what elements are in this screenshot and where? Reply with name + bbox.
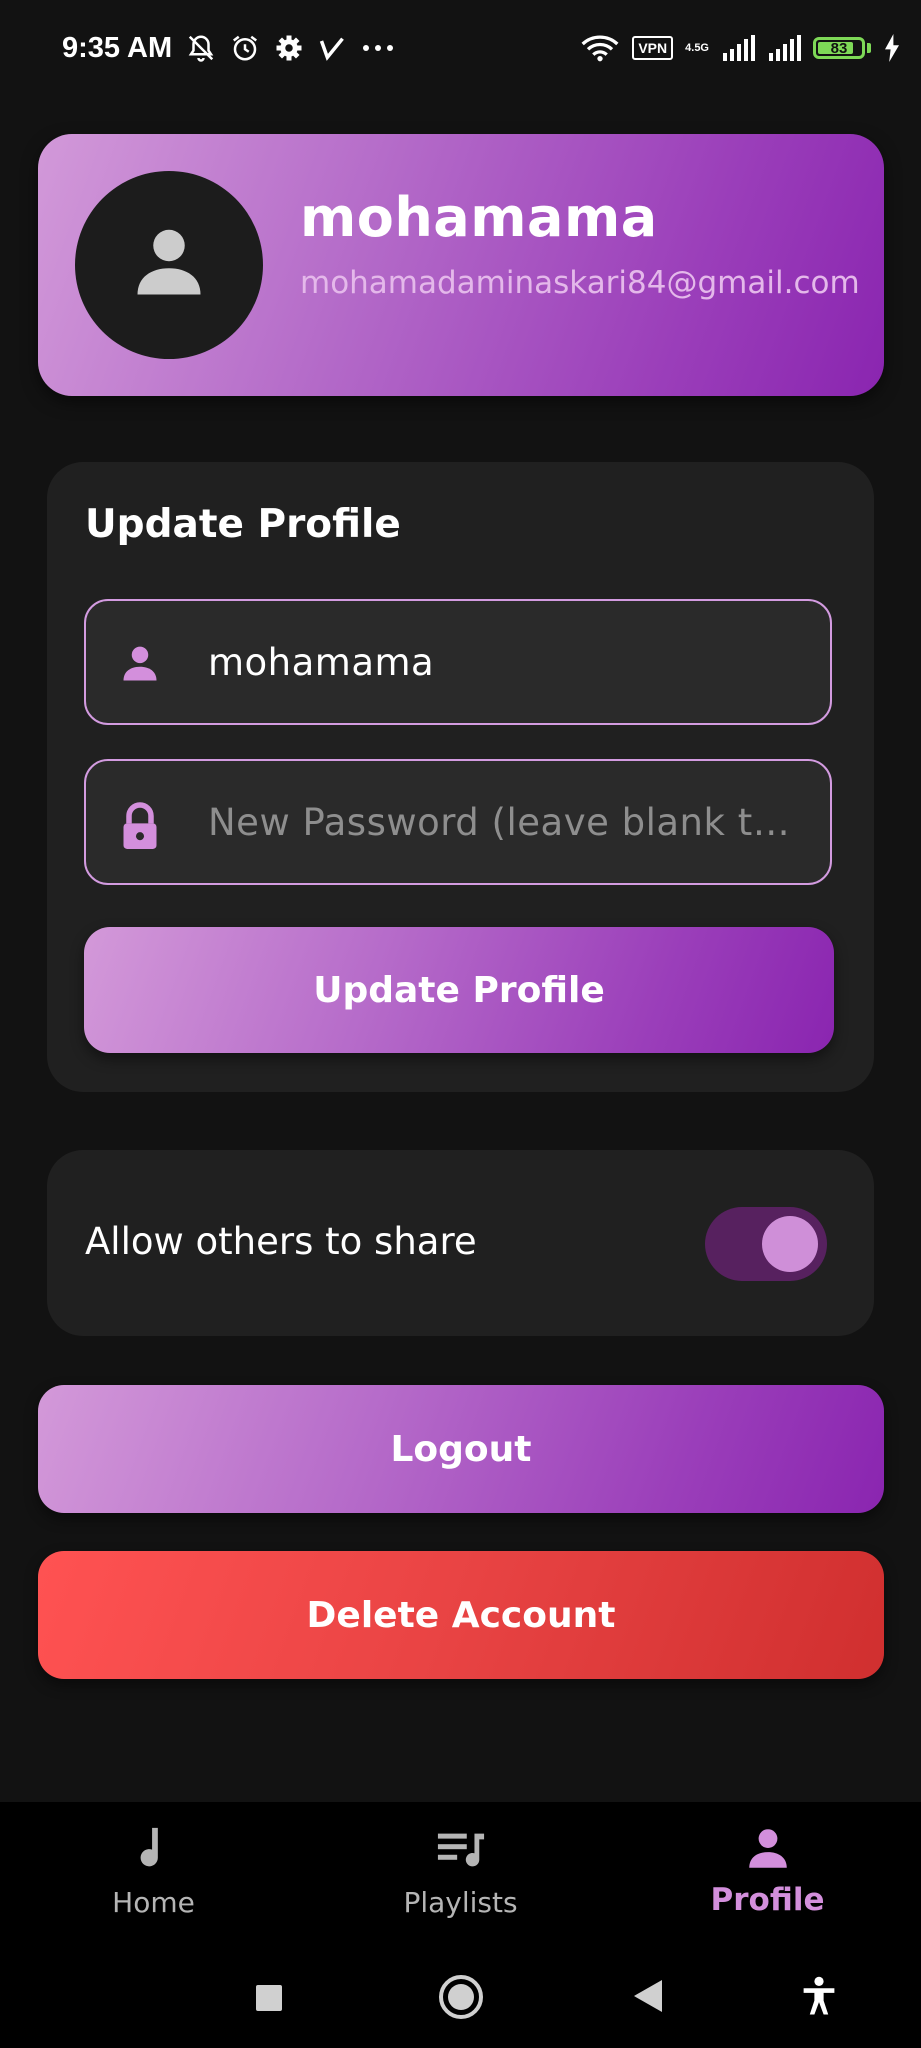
password-field[interactable] [84, 759, 832, 885]
wifi-icon [580, 33, 620, 63]
alarm-clock-icon [230, 33, 260, 63]
network-type: 4.5G [685, 42, 709, 54]
person-icon [127, 221, 211, 309]
nav-label-playlists: Playlists [403, 1886, 518, 1919]
person-icon [118, 642, 162, 690]
battery-level: 83 [830, 39, 848, 57]
profile-header-card: mohamama mohamadaminaskari84@gmail.com [38, 134, 884, 396]
vpn-badge: VPN [632, 36, 674, 60]
username-input[interactable] [208, 601, 796, 723]
accessibility-icon[interactable] [800, 1976, 838, 2020]
bottom-navigation: Home Playlists Profile [0, 1802, 921, 1952]
nav-label-home: Home [112, 1886, 195, 1919]
muted-alarm-icon [186, 33, 216, 63]
system-navigation-bar [0, 1952, 921, 2048]
signal-icon [721, 35, 755, 61]
person-icon [743, 1824, 793, 1878]
nav-label-profile: Profile [710, 1882, 825, 1918]
username-field[interactable] [84, 599, 832, 725]
update-profile-panel: Update Profile Update Profile [47, 462, 874, 1092]
share-toggle[interactable] [705, 1207, 827, 1281]
square-recents-icon[interactable] [253, 1982, 285, 2018]
nav-item-playlists[interactable]: Playlists [307, 1802, 614, 1952]
share-toggle-label: Allow others to share [85, 1220, 477, 1263]
status-bar: 9:35 AM VPN 4.5G 83 [0, 0, 921, 100]
toggle-knob [762, 1216, 818, 1272]
logout-button[interactable]: Logout [38, 1385, 884, 1513]
battery-icon: 83 [813, 37, 865, 59]
gear-icon [274, 33, 304, 63]
profile-name: mohamama [300, 186, 658, 249]
profile-email: mohamadaminaskari84@gmail.com [300, 265, 860, 301]
status-left-icons [186, 33, 396, 63]
music-note-icon [131, 1824, 177, 1878]
delete-account-button[interactable]: Delete Account [38, 1551, 884, 1679]
avatar [75, 171, 263, 359]
nav-item-home[interactable]: Home [0, 1802, 307, 1952]
signal-icon [767, 35, 801, 61]
battery-tip [867, 43, 871, 53]
share-setting-panel: Allow others to share [47, 1150, 874, 1336]
lock-icon [118, 802, 162, 856]
v-check-icon [318, 34, 346, 62]
app-screen: 9:35 AM VPN 4.5G 83 mohamama mohamadamin… [0, 0, 921, 2048]
nav-item-profile[interactable]: Profile [614, 1802, 921, 1952]
playlist-icon [436, 1824, 486, 1878]
status-time: 9:35 AM [62, 32, 173, 64]
circle-home-icon[interactable] [438, 1974, 484, 2024]
update-profile-button[interactable]: Update Profile [84, 927, 834, 1053]
more-dots-icon [360, 33, 396, 63]
password-input[interactable] [208, 761, 796, 883]
update-profile-title: Update Profile [85, 502, 401, 547]
charging-icon [883, 34, 901, 62]
triangle-back-icon[interactable] [632, 1978, 664, 2018]
status-right-icons: VPN 4.5G 83 [580, 33, 901, 63]
